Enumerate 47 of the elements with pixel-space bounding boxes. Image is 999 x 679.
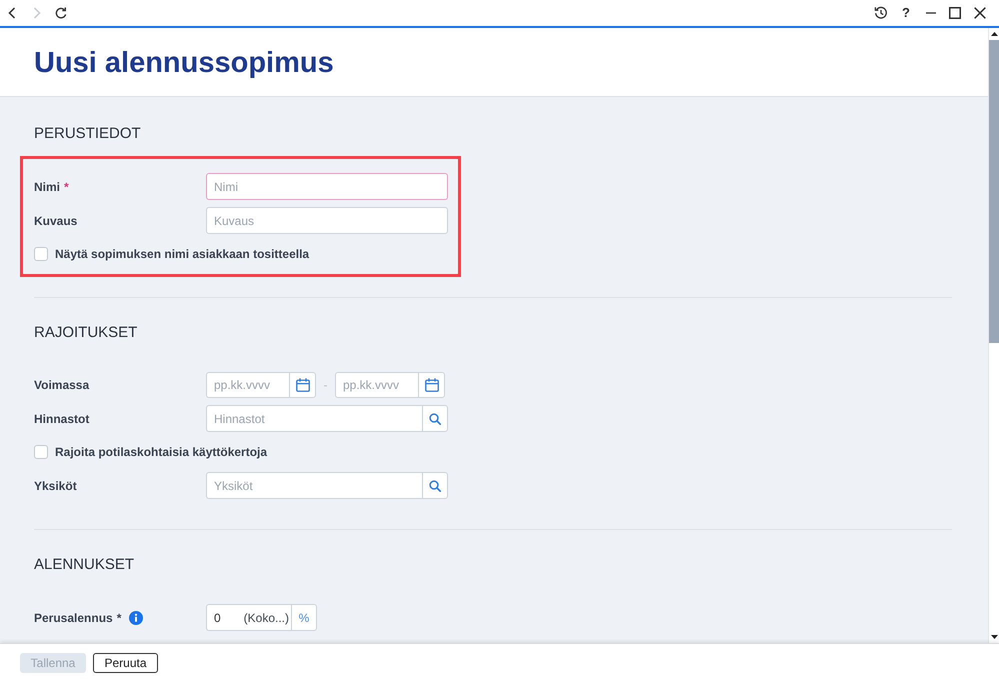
cancel-button[interactable]: Peruuta — [93, 653, 158, 673]
arrow-down-icon[interactable] — [990, 635, 998, 639]
field-label: Perusalennus — [34, 610, 113, 624]
calendar-icon — [424, 378, 438, 392]
section-heading: PERUSTIEDOT — [34, 124, 142, 144]
search-button[interactable] — [422, 472, 448, 499]
help-button[interactable]: ? — [902, 6, 910, 20]
checkbox-label: Näytä sopimuksen nimi asiakkaan tositteella — [55, 247, 310, 261]
calendar-button[interactable] — [289, 372, 316, 398]
search-button[interactable] — [422, 405, 448, 432]
required-mark: * — [116, 610, 122, 624]
calendar-button[interactable] — [418, 372, 445, 398]
scrollbar[interactable] — [988, 28, 999, 643]
text-field[interactable]: Nimi — [206, 173, 448, 200]
date-field[interactable]: pp.kk.vvvv — [335, 372, 418, 398]
percent-field[interactable]: 0 (Koko...) — [206, 604, 291, 631]
field-label: Nimi — [34, 180, 60, 194]
maximize-icon[interactable] — [949, 7, 962, 19]
required-mark: * — [64, 180, 69, 194]
field-label: Hinnastot — [34, 412, 90, 426]
search-icon — [429, 480, 441, 492]
search-field[interactable]: Hinnastot — [206, 405, 422, 432]
field-label: Kuvaus — [34, 214, 78, 228]
scrollbar-thumb[interactable] — [989, 40, 999, 343]
field-suffix: (Koko...) — [244, 610, 289, 624]
text-field[interactable]: Kuvaus — [206, 207, 448, 234]
checkbox[interactable] — [34, 247, 48, 261]
search-field[interactable]: Yksiköt — [206, 472, 422, 499]
info-icon[interactable] — [129, 610, 144, 624]
field-value: 0 — [214, 610, 221, 624]
arrow-up-icon[interactable] — [990, 32, 998, 36]
checkbox[interactable] — [34, 445, 48, 459]
calendar-icon — [296, 378, 310, 392]
checkbox-label: Rajoita potilaskohtaisia käyttökertoja — [55, 445, 268, 459]
range-separator: - — [322, 378, 328, 392]
search-icon — [429, 412, 441, 424]
chevron-left-icon[interactable] — [8, 7, 16, 19]
field-label: Voimassa — [34, 378, 90, 392]
history-icon[interactable] — [874, 6, 888, 20]
page-title: Uusi alennussopimus — [34, 46, 334, 81]
reload-icon[interactable] — [55, 7, 68, 19]
close-icon[interactable] — [974, 7, 986, 19]
minimize-icon[interactable] — [926, 12, 936, 14]
section-heading: RAJOITUKSET — [34, 323, 138, 343]
section-heading: ALENNUKSET — [34, 555, 136, 575]
date-field[interactable]: pp.kk.vvvv — [206, 372, 289, 398]
field-label: Yksiköt — [34, 478, 77, 492]
